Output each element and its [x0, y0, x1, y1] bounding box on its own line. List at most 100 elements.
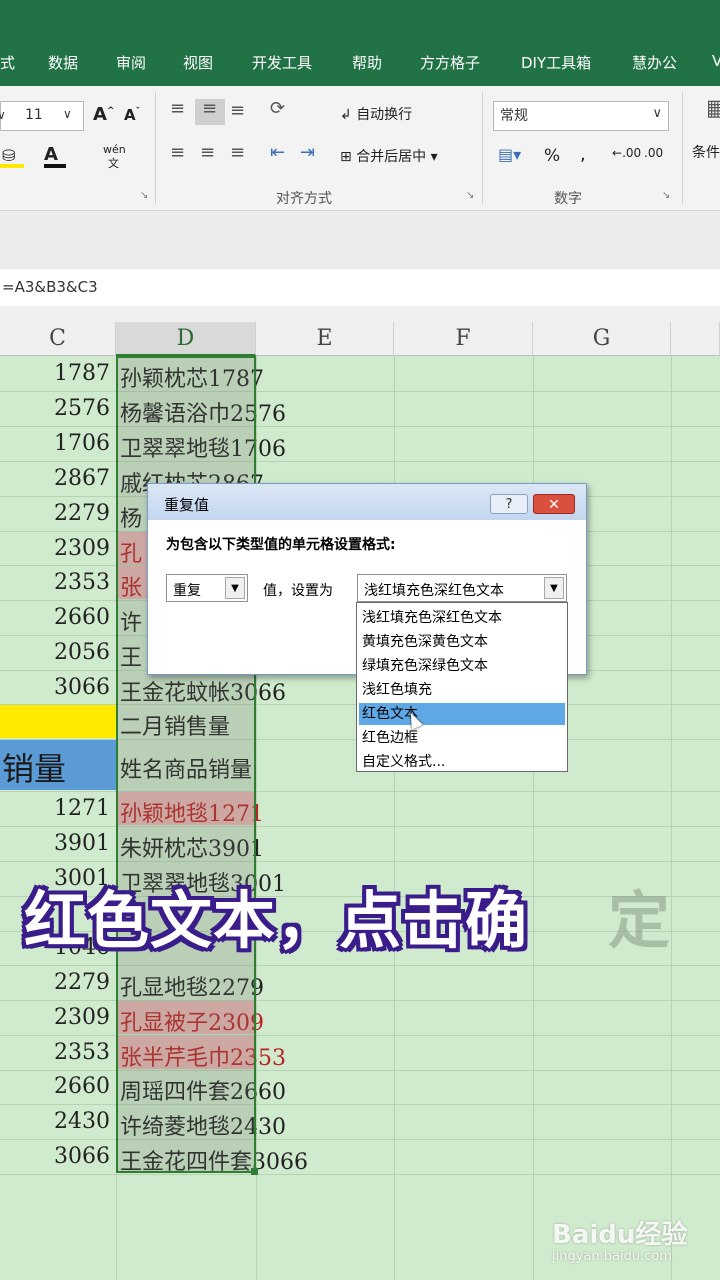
comma-button[interactable]: ,: [580, 144, 586, 165]
grid-line: [0, 1070, 720, 1071]
align-middle-glyph: ≡: [202, 98, 218, 119]
cell-c[interactable]: 2309: [0, 536, 110, 561]
format-value: 浅红填充色深红色文本: [364, 583, 504, 599]
cell-c[interactable]: 2056: [0, 640, 110, 665]
chevron-down-icon[interactable]: ▼: [225, 577, 245, 599]
close-button[interactable]: ✕: [533, 494, 575, 514]
cell-c[interactable]: 2353: [0, 1040, 110, 1065]
wrap-text-button[interactable]: ↲ 自动换行: [340, 104, 412, 124]
dialog-title: 重复值: [164, 496, 210, 514]
fill-handle[interactable]: [251, 1168, 258, 1175]
help-button[interactable]: ?: [490, 494, 528, 514]
tab-view[interactable]: 视图: [183, 52, 213, 73]
grid-line: [0, 1104, 720, 1105]
ribbon-separator: [682, 92, 683, 204]
increase-decimal-button[interactable]: ←.00: [612, 146, 641, 160]
merge-icon: ⊞: [340, 149, 357, 165]
align-center-icon[interactable]: ≡: [200, 142, 215, 163]
tab-more[interactable]: V: [712, 52, 720, 70]
cell-c[interactable]: 2660: [0, 605, 110, 630]
decimal-label: .00: [622, 146, 642, 160]
format-option-selected[interactable]: 红色文本: [359, 703, 565, 725]
cell-c[interactable]: 1706: [0, 431, 110, 456]
cell-c[interactable]: 2576: [0, 396, 110, 421]
format-select[interactable]: 浅红填充色深红色文本 ▼: [357, 574, 567, 602]
align-left-icon[interactable]: ≡: [170, 142, 185, 163]
fill-color-icon[interactable]: ⛁: [2, 146, 15, 165]
decrease-indent-icon[interactable]: ⇤: [270, 142, 285, 163]
format-option[interactable]: 浅红填充色深红色文本: [359, 607, 565, 629]
tab-help[interactable]: 帮助: [352, 52, 382, 73]
cell-c[interactable]: 3901: [0, 831, 110, 856]
cell-c[interactable]: 2309: [0, 1005, 110, 1030]
formula-text: =A3&B3&C3: [2, 278, 98, 296]
align-bottom-icon[interactable]: ≡: [230, 100, 245, 121]
ribbon-tab-bar: 式 数据 审阅 视图 开发工具 帮助 方方格子 DIY工具箱 慧办公 V: [0, 0, 720, 86]
formula-bar[interactable]: =A3&B3&C3: [0, 270, 720, 307]
shrink-font-icon[interactable]: Aˇ: [124, 106, 140, 124]
format-option[interactable]: 绿填充色深绿色文本: [359, 655, 565, 677]
grid-line: [0, 1000, 720, 1001]
chevron-down-icon[interactable]: ▼: [544, 577, 564, 599]
selected-range-d[interactable]: [116, 356, 256, 1173]
tab-developer[interactable]: 开发工具: [252, 52, 312, 73]
merge-center-label: 合并后居中: [356, 149, 427, 165]
column-header-d[interactable]: D: [116, 322, 256, 356]
column-header-g[interactable]: G: [533, 322, 671, 356]
conditional-format-icon[interactable]: ▦: [706, 96, 720, 121]
cell-c[interactable]: 1787: [0, 361, 110, 386]
grow-font-icon[interactable]: A^: [93, 104, 114, 125]
column-header-f[interactable]: F: [394, 322, 533, 356]
tab-formulas[interactable]: 式: [0, 52, 15, 73]
tab-review[interactable]: 审阅: [116, 52, 146, 73]
set-as-label: 值，设置为: [263, 583, 333, 599]
column-header-c[interactable]: C: [0, 322, 116, 356]
cell-c[interactable]: 3066: [0, 1144, 110, 1169]
value-type-select[interactable]: 重复 ▼: [166, 574, 248, 602]
column-header-h[interactable]: [671, 322, 720, 356]
cell-c[interactable]: 2279: [0, 501, 110, 526]
cell-c[interactable]: 2867: [0, 466, 110, 491]
percent-button[interactable]: %: [544, 146, 560, 166]
conditional-format-label[interactable]: 条件: [692, 142, 720, 162]
baidu-watermark-logo: Baidu经验: [552, 1220, 688, 1250]
increase-indent-icon[interactable]: ⇥: [300, 142, 315, 163]
grid-line: [0, 1174, 720, 1175]
dialog-launcher-icon[interactable]: ↘: [662, 190, 670, 201]
grid-line: [0, 391, 720, 392]
tab-huibangong[interactable]: 慧办公: [632, 52, 677, 73]
font-color-icon[interactable]: A: [44, 144, 58, 165]
merge-center-button[interactable]: ⊞ 合并后居中 ▾: [340, 146, 438, 166]
header-sales-cell[interactable]: 销量: [2, 744, 66, 790]
format-option[interactable]: 红色边框: [359, 727, 565, 749]
dialog-launcher-icon[interactable]: ↘: [466, 190, 474, 201]
cell-c[interactable]: 2430: [0, 1109, 110, 1134]
cell-c[interactable]: 2353: [0, 570, 110, 595]
tab-diy-toolbox[interactable]: DIY工具箱: [521, 52, 591, 73]
cell-c[interactable]: 3066: [0, 675, 110, 700]
decrease-decimal-icon[interactable]: .00: [644, 146, 663, 160]
grid-line: [0, 791, 720, 792]
cell-c[interactable]: 1271: [0, 796, 110, 821]
grid-line: [0, 965, 720, 966]
tab-data[interactable]: 数据: [48, 52, 78, 73]
dialog-prompt: 为包含以下类型值的单元格设置格式:: [166, 537, 396, 553]
format-option[interactable]: 自定义格式...: [359, 751, 565, 773]
group-label-alignment: 对齐方式: [276, 191, 332, 207]
accounting-format-icon[interactable]: ▤▾: [498, 145, 521, 164]
font-size-box[interactable]: ∨ 11 ∨: [0, 101, 84, 131]
orientation-icon[interactable]: ⟳: [270, 98, 285, 119]
align-right-icon[interactable]: ≡: [230, 142, 245, 163]
number-format-box[interactable]: 常规 ∨: [493, 101, 669, 131]
format-option[interactable]: 浅红色填充: [359, 679, 565, 701]
font-color-swatch: [44, 164, 66, 168]
column-header-e[interactable]: E: [256, 322, 394, 356]
align-top-icon[interactable]: ≡: [170, 98, 185, 119]
baidu-watermark-url: jingyan.baidu.com: [552, 1249, 672, 1264]
tab-fangfang[interactable]: 方方格子: [420, 52, 480, 73]
cell-c[interactable]: 2660: [0, 1074, 110, 1099]
format-option[interactable]: 黄填充色深黄色文本: [359, 631, 565, 653]
dialog-launcher-icon[interactable]: ↘: [140, 190, 148, 201]
cell-c[interactable]: 2279: [0, 970, 110, 995]
dialog-titlebar[interactable]: 重复值 ? ✕: [148, 484, 586, 520]
